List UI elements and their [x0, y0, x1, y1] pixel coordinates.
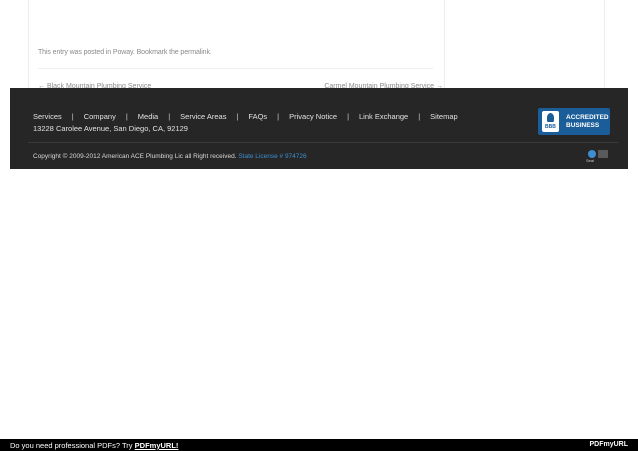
bbb-accredited-badge[interactable]: BBB ACCREDITED BUSINESS — [538, 108, 610, 135]
security-seal-badge[interactable]: Seal — [584, 146, 612, 166]
footer-divider — [28, 142, 618, 143]
pdfmyurl-logo[interactable]: PDFmyURL — [589, 441, 628, 448]
link-separator: | — [418, 112, 421, 121]
pdf-promo-bar: Do you need professional PDFs? Try PDFmy… — [0, 439, 638, 451]
link-separator: | — [168, 112, 171, 121]
link-separator: | — [236, 112, 239, 121]
footer-link-service-areas[interactable]: Service Areas — [180, 112, 226, 121]
footer-address: 13228 Carolee Avenue, San Diego, CA, 921… — [33, 124, 188, 133]
pdfmyurl-link[interactable]: PDFmyURL! — [135, 441, 179, 450]
post-content-area — [28, 0, 445, 88]
torch-icon — [547, 113, 554, 122]
link-separator: | — [71, 112, 74, 121]
link-separator: | — [277, 112, 280, 121]
seal-label: Seal — [586, 158, 595, 163]
link-separator: | — [125, 112, 128, 121]
footer-nav: Services | Company | Media | Service Are… — [33, 112, 458, 121]
footer-link-services[interactable]: Services — [33, 112, 62, 121]
footer-link-media[interactable]: Media — [138, 112, 158, 121]
copyright-notice: Copyright © 2009-2012 American ACE Plumb… — [33, 153, 237, 160]
entry-meta: This entry was posted in Poway. Bookmark… — [38, 49, 212, 56]
copyright-text: Copyright © 2009-2012 American ACE Plumb… — [33, 153, 307, 160]
bbb-line-2: BUSINESS — [566, 122, 600, 129]
bbb-line-1: ACCREDITED — [566, 114, 609, 121]
state-license-link[interactable]: State License # 974726 — [238, 153, 306, 160]
site-footer: Services | Company | Media | Service Are… — [10, 88, 628, 169]
promo-message: Do you need professional PDFs? Try — [10, 441, 133, 450]
footer-link-faqs[interactable]: FAQs — [248, 112, 267, 121]
bbb-badge-text: ACCREDITED BUSINESS — [566, 114, 609, 130]
footer-link-link-exchange[interactable]: Link Exchange — [359, 112, 408, 121]
promo-text: Do you need professional PDFs? Try PDFmy… — [10, 441, 178, 450]
link-separator: | — [347, 112, 350, 121]
footer-link-sitemap[interactable]: Sitemap — [430, 112, 458, 121]
bbb-logo-icon: BBB — [542, 111, 559, 132]
bbb-logo-text: BBB — [545, 124, 556, 130]
divider — [38, 68, 433, 69]
sidebar-area — [443, 0, 605, 88]
footer-link-company[interactable]: Company — [84, 112, 116, 121]
footer-link-privacy-notice[interactable]: Privacy Notice — [289, 112, 337, 121]
